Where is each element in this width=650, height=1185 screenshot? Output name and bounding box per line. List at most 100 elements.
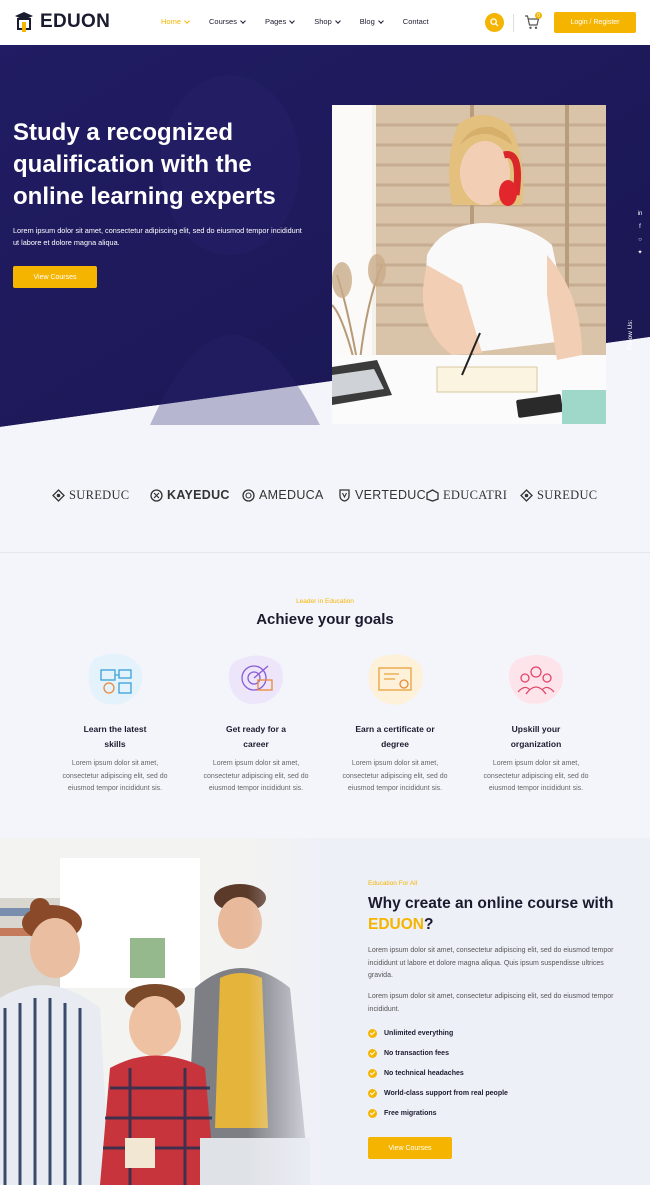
certificate-icon	[368, 654, 423, 705]
goal-title-line: Earn a certificate or	[355, 724, 435, 734]
cart-button[interactable]: 0	[524, 12, 542, 31]
goal-title-line: skills	[104, 739, 126, 749]
checklist-label: World-class support from real people	[384, 1089, 508, 1097]
checklist-label: No transaction fees	[384, 1049, 449, 1057]
goal-desc-line: Lorem ipsum dolor sit amet,	[492, 760, 580, 767]
why-section: Education For All Why create an online c…	[0, 838, 650, 1185]
checklist-item: Free migrations	[368, 1103, 508, 1123]
partner-name: SUREDUC	[537, 488, 598, 502]
career-icon	[228, 655, 283, 704]
goal-desc-line: eiusmod tempor incididunt sis.	[67, 785, 163, 792]
kayeduc-logo-icon	[150, 488, 163, 502]
goal-desc-line: consectetur adipiscing elit, sed do	[62, 772, 168, 780]
view-courses-button[interactable]: View Courses	[13, 266, 97, 288]
nav-courses-label: Courses	[209, 17, 237, 26]
goal-description: Lorem ipsum dolor sit amet, consectetur a…	[50, 758, 180, 796]
goal-card: Learn the latest skills Lorem ipsum dolor…	[50, 650, 180, 796]
why-title-brand: EDUON	[368, 916, 424, 933]
why-title-suffix: ?	[423, 916, 434, 933]
sureduc-logo-icon	[520, 489, 533, 502]
why-kicker: Education For All	[368, 880, 418, 887]
goal-title: Get ready for a career	[191, 722, 321, 752]
facebook-icon[interactable]: f	[637, 223, 644, 230]
goal-title-line: Get ready for a	[226, 724, 286, 734]
nav-blog-label: Blog	[359, 17, 375, 26]
goal-desc-line: Lorem ipsum dolor sit amet,	[351, 760, 439, 767]
nav-contact[interactable]: Contact	[403, 17, 429, 26]
learning-icon	[88, 653, 143, 705]
twitter-icon[interactable]: ✦	[637, 249, 644, 256]
students-photo	[0, 838, 330, 1185]
goal-desc-line: Lorem ipsum dolor sit amet,	[71, 760, 159, 767]
goal-title-line: degree	[381, 739, 409, 749]
checklist-label: No technical headaches	[384, 1069, 464, 1077]
partner-name: SUREDUC	[69, 488, 130, 502]
partner-logo[interactable]: AMEDUCA	[242, 488, 324, 502]
goal-card: Get ready for a career Lorem ipsum dolor …	[191, 650, 321, 796]
checklist-item: Unlimited everything	[368, 1023, 508, 1043]
nav-contact-label: Contact	[402, 17, 429, 26]
why-title-prefix: Why create an online course with	[368, 895, 614, 912]
checklist-label: Free migrations	[384, 1109, 437, 1117]
chevron-down-icon	[334, 17, 341, 24]
partner-logo[interactable]: SUREDUC	[520, 488, 597, 503]
goal-desc-line: consectetur adipiscing elit, sed do	[203, 772, 309, 780]
header-divider	[513, 14, 514, 32]
goals-kicker: Leader in Education	[296, 598, 354, 605]
cart-count-badge: 0	[535, 12, 542, 19]
chevron-down-icon	[289, 17, 296, 24]
search-icon	[490, 18, 499, 27]
nav-home-label: Home	[161, 17, 182, 26]
nav-blog[interactable]: Blog	[359, 17, 384, 26]
goals-title: Achieve your goals	[256, 611, 394, 628]
chevron-down-icon	[377, 17, 384, 24]
hero-description: Lorem ipsum dolor sit amet, consectetur …	[13, 226, 302, 247]
follow-us-label: Follow Us:	[627, 319, 634, 350]
partner-name: EDUCATRI	[443, 488, 508, 502]
nav-home[interactable]: Home	[161, 17, 190, 26]
nav-shop[interactable]: Shop	[314, 17, 341, 26]
why-view-courses-button[interactable]: View Courses	[368, 1137, 452, 1159]
logo[interactable]: EDUON	[14, 11, 110, 33]
login-register-button[interactable]: Login / Register	[554, 12, 636, 33]
check-icon	[368, 1048, 377, 1058]
hero-student-photo	[332, 105, 606, 424]
checklist-label: Unlimited everything	[384, 1029, 454, 1037]
graduation-cap-icon	[15, 12, 33, 32]
sureduc-logo-icon	[52, 489, 65, 502]
goal-card: Upskill your organization Lorem ipsum dol…	[471, 650, 601, 796]
nav-courses[interactable]: Courses	[209, 17, 246, 26]
why-paragraph-1: Lorem ipsum dolor sit amet, consectetur …	[368, 947, 614, 980]
partner-name: AMEDUCA	[259, 488, 324, 502]
partner-logo[interactable]: KAYEDUC	[150, 488, 230, 502]
check-icon	[368, 1028, 377, 1038]
goal-card: Earn a certificate or degree Lorem ipsum …	[330, 650, 460, 796]
goal-desc-line: Lorem ipsum dolor sit amet,	[212, 760, 300, 767]
goal-title-line: Upskill your	[511, 724, 561, 734]
partner-name: KAYEDUC	[167, 488, 230, 502]
nav-pages[interactable]: Pages	[264, 17, 296, 26]
goal-title-line: career	[243, 739, 269, 749]
goal-description: Lorem ipsum dolor sit amet, consectetur a…	[330, 758, 460, 796]
site-header: EDUON Home Courses Pages Shop Blog Conta…	[0, 0, 650, 45]
partner-logo[interactable]: SUREDUC	[52, 488, 129, 503]
section-divider	[0, 552, 650, 553]
organization-icon	[508, 654, 563, 704]
goal-title: Learn the latest skills	[50, 722, 180, 752]
partner-logos: SUREDUC KAYEDUC AMEDUCA VERTEDUC EDUCATR…	[0, 470, 650, 520]
goal-desc-line: consectetur adipiscing elit, sed do	[483, 772, 589, 780]
goal-desc-line: eiusmod tempor incididunt sis.	[488, 785, 584, 792]
checklist-item: World-class support from real people	[368, 1083, 508, 1103]
goal-description: Lorem ipsum dolor sit amet, consectetur a…	[191, 758, 321, 796]
instagram-icon[interactable]: ○	[637, 236, 644, 243]
check-icon	[368, 1088, 377, 1098]
nav-shop-label: Shop	[314, 17, 332, 26]
linkedin-icon[interactable]: in	[637, 210, 644, 217]
search-button[interactable]	[485, 13, 504, 32]
goal-title-line: organization	[510, 739, 562, 749]
ameduca-logo-icon	[242, 488, 255, 502]
nav-pages-label: Pages	[264, 17, 287, 26]
partner-logo[interactable]: VERTEDUC	[338, 488, 426, 502]
chevron-down-icon	[240, 17, 246, 24]
partner-logo[interactable]: EDUCATRI	[426, 488, 507, 503]
